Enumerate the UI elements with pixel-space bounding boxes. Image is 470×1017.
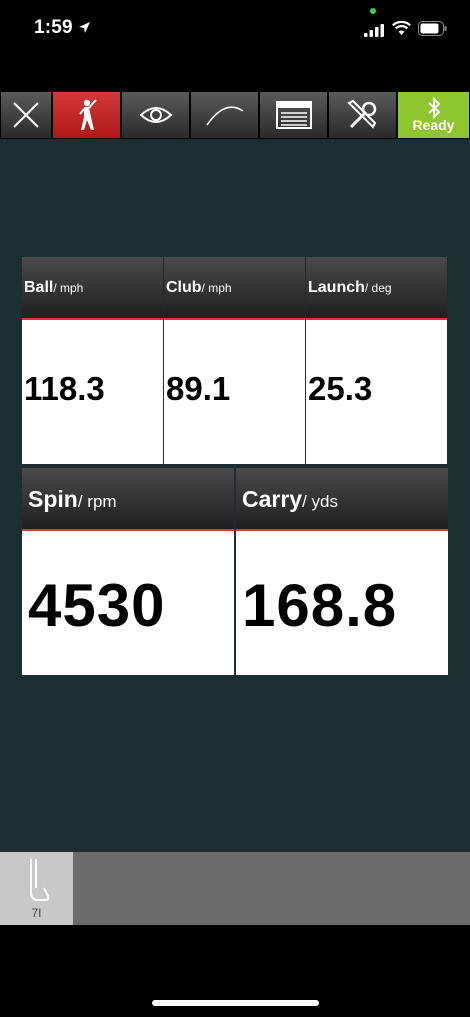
- metric-launch-header: Launch/ deg: [306, 257, 447, 320]
- close-button[interactable]: [0, 91, 52, 139]
- table-icon: [275, 101, 312, 129]
- metric-unit: / mph: [201, 281, 232, 295]
- metric-value: 89.1: [166, 370, 231, 407]
- metric-unit: / rpm: [77, 492, 117, 511]
- metric-ball: Ball/ mph 118.3: [22, 257, 163, 464]
- privacy-indicator-icon: [370, 8, 376, 14]
- trajectory-icon: [205, 106, 243, 126]
- location-arrow-icon: [79, 22, 90, 33]
- metric-club-body: 89.1: [164, 320, 305, 464]
- metric-unit: / mph: [53, 281, 84, 295]
- close-icon: [13, 102, 39, 128]
- metric-launch: Launch/ deg 25.3: [306, 257, 447, 464]
- metric-club: Club/ mph 89.1: [164, 257, 305, 464]
- club-selector-button[interactable]: 7I: [0, 852, 73, 925]
- metric-unit: / yds: [302, 492, 339, 511]
- eye-view-button[interactable]: [121, 91, 190, 139]
- bluetooth-icon: [427, 97, 440, 119]
- metric-carry-header: Carry/ yds: [236, 468, 448, 531]
- bluetooth-status-button[interactable]: Ready: [397, 91, 470, 139]
- metrics-panel: Ball/ mph 118.3 Club/ mph 89.1 Launch/ d…: [0, 139, 470, 852]
- status-bar: 1:59: [0, 0, 470, 60]
- cellular-signal-icon: [364, 24, 384, 37]
- metric-label: Ball: [24, 279, 54, 296]
- metric-value: 168.8: [242, 572, 398, 639]
- metric-unit: / deg: [364, 281, 392, 295]
- metric-spin-body: 4530: [22, 531, 234, 675]
- metric-label: Spin: [28, 486, 78, 512]
- metric-club-header: Club/ mph: [164, 257, 305, 320]
- metric-spin-header: Spin/ rpm: [22, 468, 234, 531]
- toolbar: Ready: [0, 91, 470, 139]
- battery-icon: [418, 21, 447, 36]
- iron-club-icon: [30, 859, 50, 901]
- ready-label: Ready: [412, 117, 455, 133]
- golfer-view-button[interactable]: [52, 91, 121, 139]
- metric-value: 118.3: [24, 370, 105, 407]
- metric-launch-body: 25.3: [306, 320, 447, 464]
- metric-value: 25.3: [308, 370, 373, 407]
- metric-ball-body: 118.3: [22, 320, 163, 464]
- metric-label: Launch: [308, 279, 365, 296]
- wifi-icon: [392, 21, 411, 35]
- metric-value: 4530: [28, 572, 166, 639]
- metric-carry-body: 168.8: [236, 531, 448, 675]
- settings-button[interactable]: [328, 91, 397, 139]
- golfer-icon: [78, 99, 97, 130]
- trajectory-view-button[interactable]: [190, 91, 259, 139]
- tools-icon: [346, 99, 376, 129]
- metric-spin: Spin/ rpm 4530: [22, 468, 234, 675]
- club-label: 7I: [31, 906, 42, 920]
- home-indicator[interactable]: [152, 1000, 319, 1006]
- metric-label: Carry: [242, 486, 303, 512]
- club-bar: 7I: [0, 852, 470, 925]
- metric-carry: Carry/ yds 168.8: [236, 468, 448, 675]
- status-time: 1:59: [34, 17, 73, 38]
- table-view-button[interactable]: [259, 91, 328, 139]
- metric-label: Club: [166, 279, 202, 296]
- metric-ball-header: Ball/ mph: [22, 257, 163, 320]
- eye-icon: [139, 107, 172, 123]
